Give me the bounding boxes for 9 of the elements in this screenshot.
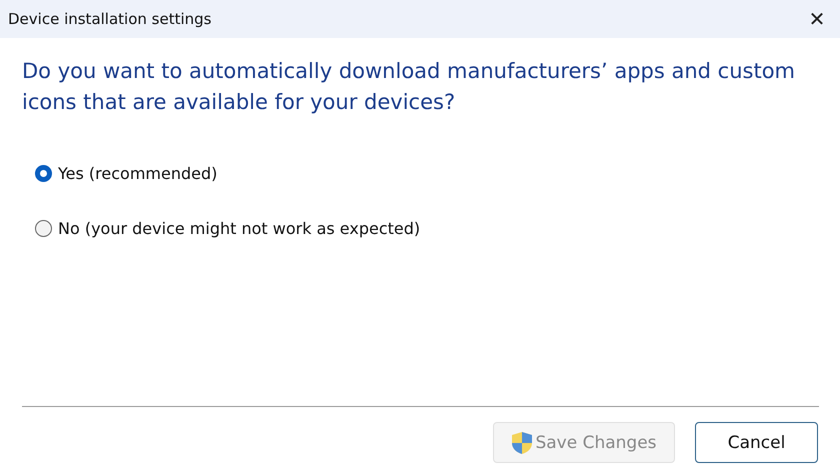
- shield-icon: [511, 430, 534, 454]
- close-button[interactable]: ✕: [794, 0, 840, 38]
- radio-button[interactable]: [35, 165, 52, 182]
- option-label[interactable]: Yes (recommended): [58, 164, 218, 183]
- option-label[interactable]: No (your device might not work as expected): [58, 219, 420, 238]
- radio-button[interactable]: [35, 220, 52, 237]
- cancel-button[interactable]: Cancel: [695, 422, 818, 463]
- window-title: Device installation settings: [8, 10, 212, 28]
- question-text: Do you want to automatically download manufacturers’ apps and custom icons that are available for your devices?: [22, 58, 796, 116]
